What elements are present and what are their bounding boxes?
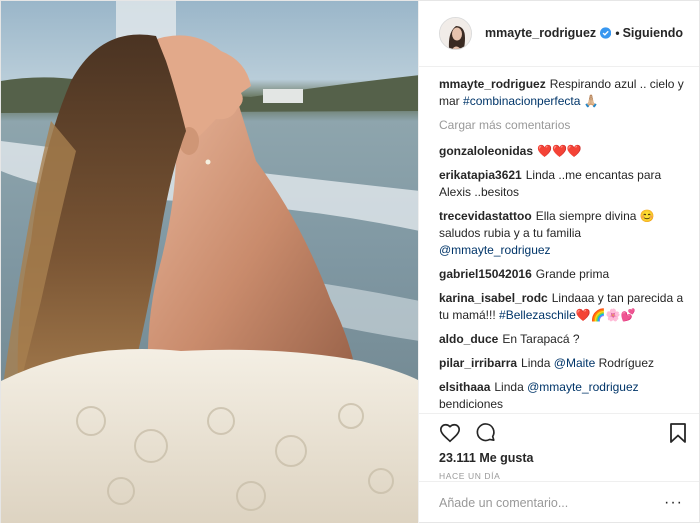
avatar[interactable]: [439, 16, 472, 50]
comment-mention[interactable]: @mmayte_rodriguez: [527, 380, 639, 394]
comment-item: elsithaaa Linda @mmayte_rodriguez bendici…: [439, 379, 685, 413]
avatar-image: [440, 17, 471, 49]
comment-username[interactable]: trecevidastattoo: [439, 209, 532, 223]
more-options-icon[interactable]: ···: [664, 494, 683, 512]
post-actions: 23.111 Me gusta HACE UN DÍA: [419, 412, 699, 481]
comment-emoji: ❤️🌈🌸💕: [575, 307, 636, 322]
comment-item: aldo_duce En Tarapacá ?: [439, 331, 685, 348]
comment-text: Grande prima: [535, 266, 610, 281]
post-photo[interactable]: [1, 1, 418, 523]
post-timestamp: HACE UN DÍA: [439, 470, 501, 481]
comment-username[interactable]: gonzaloleonidas: [439, 144, 533, 158]
comment-username[interactable]: aldo_duce: [439, 332, 498, 346]
comment-mention[interactable]: @mmayte_rodriguez: [439, 243, 551, 257]
comment-username[interactable]: karina_isabel_rodc: [439, 291, 548, 305]
header-separator: •: [615, 26, 620, 41]
comment-item: gabriel15042016 Grande prima: [439, 266, 685, 283]
comment-text: En Tarapacá ?: [502, 331, 580, 346]
following-button[interactable]: Siguiendo: [623, 26, 683, 40]
comment-mention[interactable]: @Maite: [554, 356, 596, 370]
comment-username[interactable]: pilar_irribarra: [439, 356, 517, 370]
comments-list[interactable]: mmayte_rodriguez Respirando azul .. cielo…: [419, 67, 699, 413]
caption-username[interactable]: mmayte_rodriguez: [439, 77, 546, 91]
load-more-comments-link[interactable]: Cargar más comentarios: [439, 117, 685, 134]
comment-text: ❤️❤️❤️: [537, 143, 582, 158]
post-side-panel: mmayte_rodriguez • Siguiendo mmayte_rodr…: [418, 1, 699, 523]
comment-username[interactable]: elsithaaa: [439, 380, 490, 394]
comment-item: erikatapia3621 Linda ..me encantas para A…: [439, 167, 685, 201]
comment-username[interactable]: gabriel15042016: [439, 267, 532, 281]
comment-item: pilar_irribarra Linda @Maite Rodríguez: [439, 355, 685, 372]
comment-item: karina_isabel_rodc Lindaaa y tan parecida…: [439, 290, 685, 324]
beach-portrait-image: [1, 1, 418, 523]
add-comment-bar: ···: [419, 480, 699, 523]
post-header: mmayte_rodriguez • Siguiendo: [419, 1, 699, 67]
comment-username[interactable]: erikatapia3621: [439, 168, 522, 182]
caption: mmayte_rodriguez Respirando azul .. cielo…: [439, 76, 685, 110]
likes-count[interactable]: 23.111 Me gusta: [439, 451, 683, 465]
caption-emoji: 🙏🏼: [583, 93, 599, 108]
caption-hashtag[interactable]: #combinacionperfecta: [463, 94, 580, 108]
verified-badge-icon: [600, 27, 612, 39]
add-comment-input[interactable]: [439, 495, 639, 510]
instagram-post: mmayte_rodriguez • Siguiendo mmayte_rodr…: [0, 0, 700, 523]
bookmark-icon[interactable]: [669, 422, 687, 444]
action-icons: [439, 422, 683, 444]
comment-text: Linda: [521, 355, 551, 370]
heart-icon[interactable]: [439, 422, 461, 444]
comment-text-suffix: Rodríguez: [598, 355, 655, 370]
comment-item: gonzaloleonidas ❤️❤️❤️: [439, 143, 685, 160]
comment-item: trecevidastattoo Ella siempre divina 😊 sa…: [439, 208, 685, 259]
comment-text-suffix: bendiciones: [439, 396, 504, 411]
comment-text: Linda: [494, 379, 524, 394]
comment-hashtag[interactable]: #Bellezaschile: [499, 308, 576, 322]
comment-icon[interactable]: [475, 422, 497, 444]
post-author-username[interactable]: mmayte_rodriguez: [485, 26, 596, 40]
